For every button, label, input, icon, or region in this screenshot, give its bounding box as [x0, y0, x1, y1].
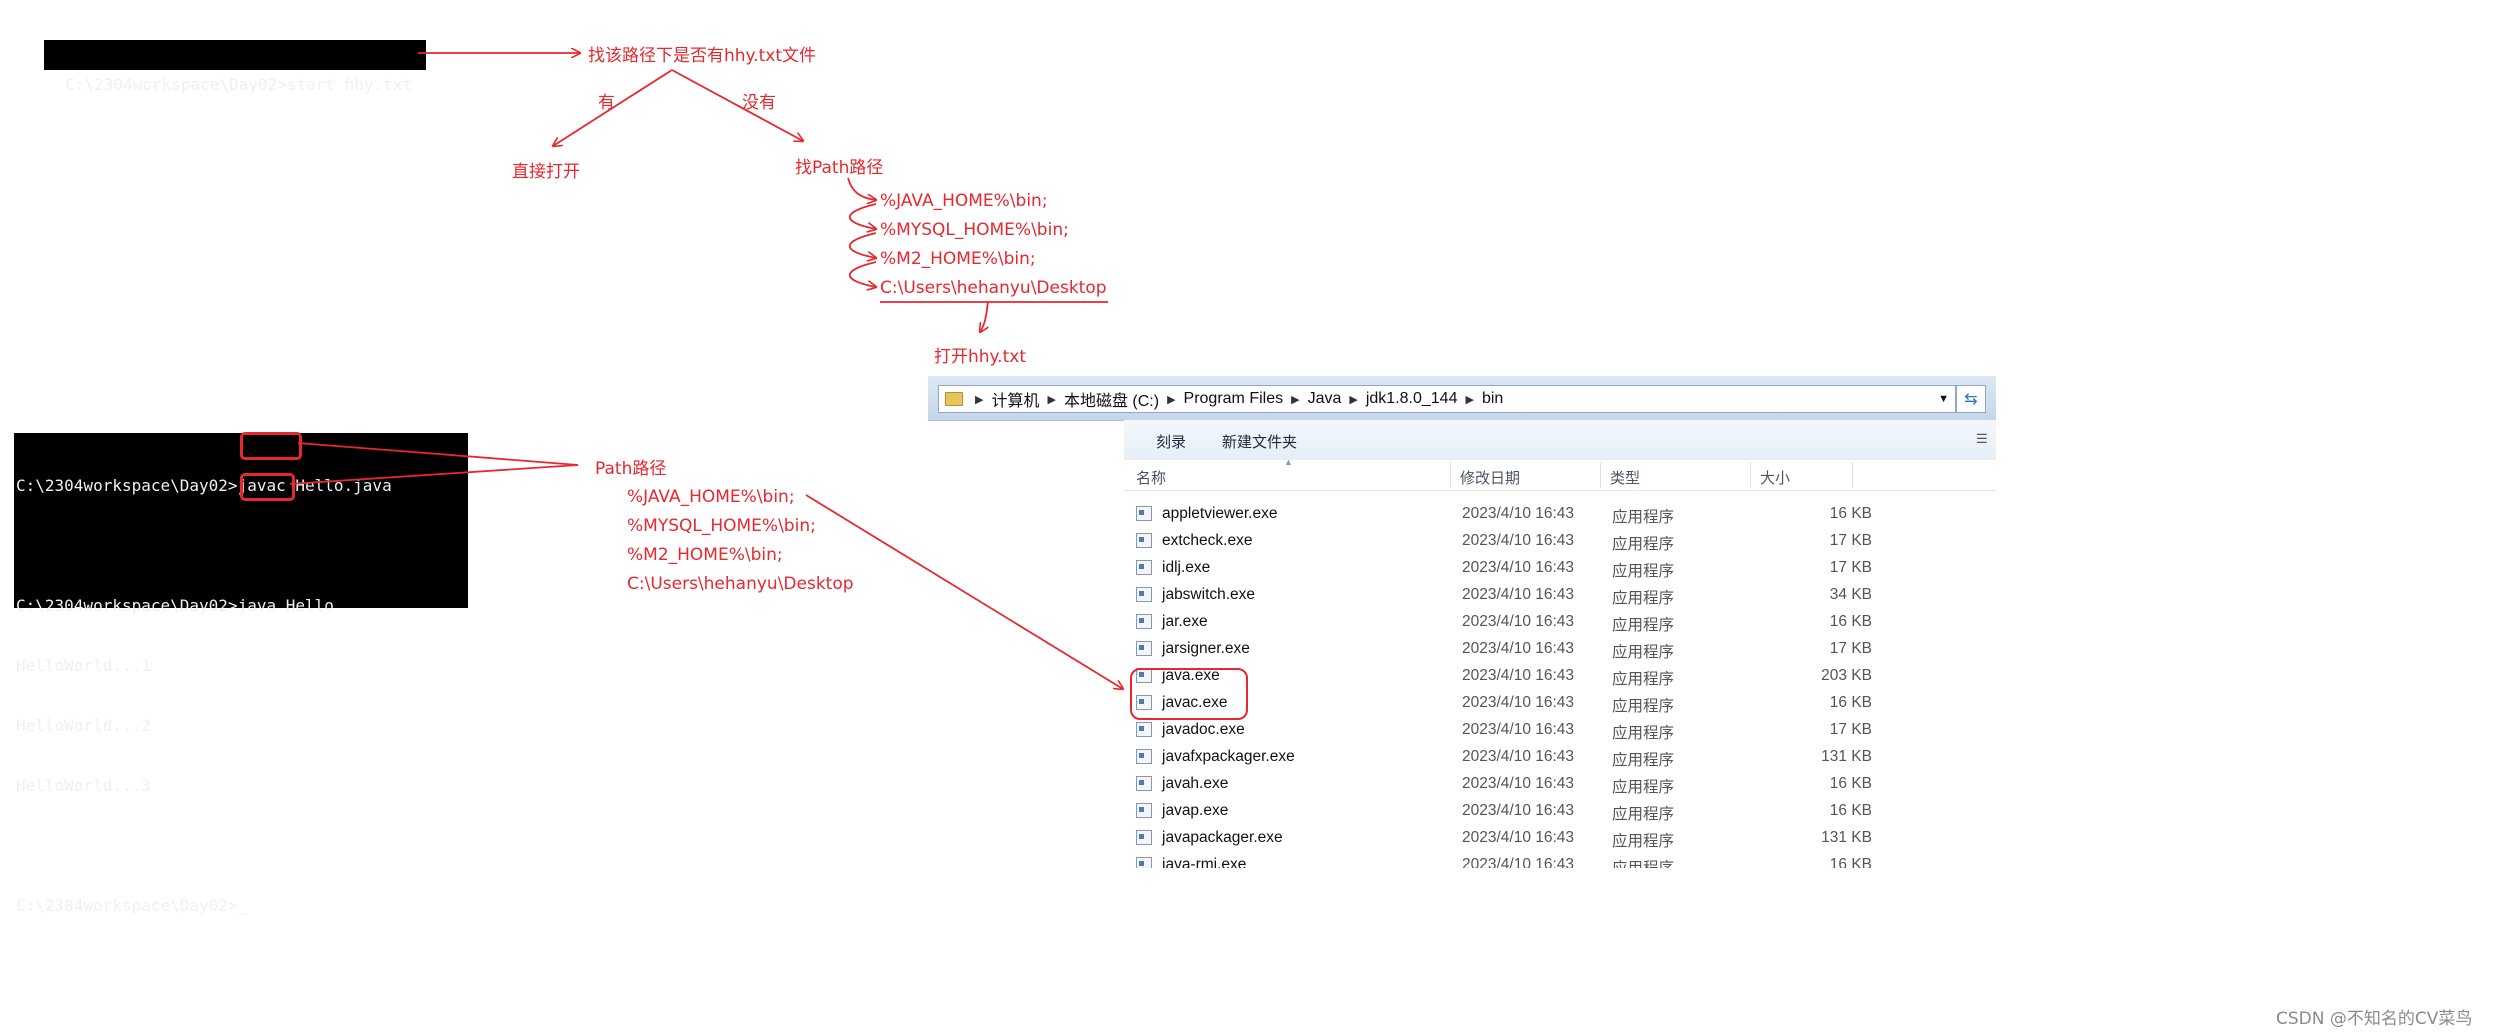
- line-javac-to-path: [297, 442, 579, 466]
- arrow-to-open-direct: [553, 69, 673, 146]
- arrow-path-1: [847, 177, 876, 200]
- arrow-to-find-path: [671, 69, 803, 141]
- arrow-to-java-files: [805, 494, 1123, 689]
- arrow-path-2: [848, 203, 876, 229]
- line-java-to-path: [289, 464, 579, 485]
- annotation-arrows: [289, 0, 2506, 1034]
- watermark: CSDN @不知名的CV菜鸟: [2276, 1009, 2473, 1029]
- arrow-to-open-file: [980, 301, 988, 332]
- arrow-path-3: [848, 232, 876, 258]
- arrow-path-4: [848, 261, 876, 287]
